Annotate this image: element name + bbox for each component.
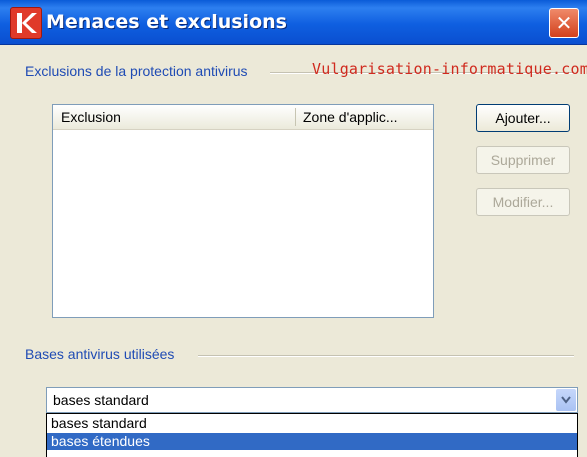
bases-combobox[interactable]: bases standard <box>46 387 578 413</box>
kaspersky-k-icon <box>10 7 42 39</box>
exclusions-group-label: Exclusions de la protection antivirus <box>22 63 251 79</box>
column-header-zone[interactable]: Zone d'applic... <box>303 105 429 129</box>
dropdown-option-standard[interactable]: bases standard <box>47 415 577 432</box>
exclusions-list[interactable]: Exclusion Zone d'applic... <box>52 104 434 318</box>
close-button[interactable]: ✕ <box>549 8 579 38</box>
window-title: Menaces et exclusions <box>46 11 287 33</box>
watermark-text: Vulgarisation-informatique.com <box>312 60 587 78</box>
exclusions-list-header: Exclusion Zone d'applic... <box>53 105 433 130</box>
add-button[interactable]: Ajouter... <box>476 104 570 132</box>
bases-group-label: Bases antivirus utilisées <box>22 346 178 362</box>
column-header-exclusion[interactable]: Exclusion <box>61 105 291 129</box>
delete-button[interactable]: Supprimer <box>476 146 570 174</box>
dialog-window: Menaces et exclusions ✕ Exclusions de la… <box>0 0 587 457</box>
title-bar[interactable]: Menaces et exclusions ✕ <box>0 0 587 45</box>
close-icon: ✕ <box>555 11 573 35</box>
bases-group-line <box>198 355 574 357</box>
chevron-down-icon[interactable] <box>556 389 576 411</box>
modify-button[interactable]: Modifier... <box>476 188 570 216</box>
bases-dropdown-list[interactable]: bases standard bases étendues <box>46 413 578 457</box>
column-separator[interactable] <box>295 108 296 126</box>
combobox-value: bases standard <box>53 392 149 408</box>
dropdown-option-extended[interactable]: bases étendues <box>47 433 577 450</box>
